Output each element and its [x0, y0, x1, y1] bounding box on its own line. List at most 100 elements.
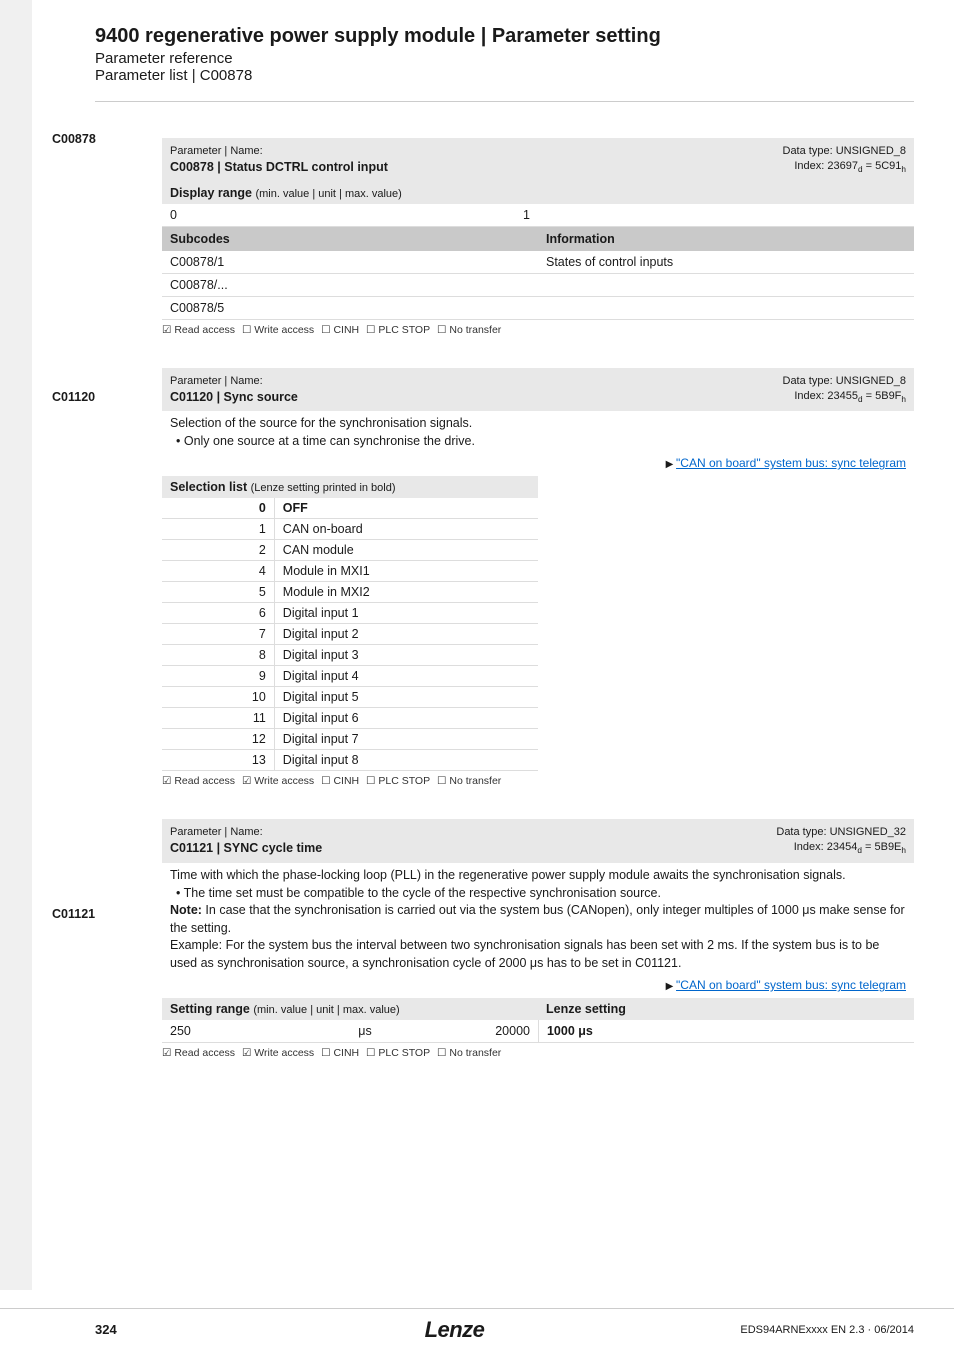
selection-value: CAN on-board [275, 519, 538, 539]
selection-key: 1 [162, 519, 275, 539]
subcode-row: C00878/... [162, 274, 914, 297]
max-value: 20000 [425, 1020, 538, 1042]
page-header: 9400 regenerative power supply module | … [0, 0, 954, 96]
page-subtitle-1: Parameter reference [95, 50, 914, 67]
plc-stop-flag: ☐ PLC STOP [366, 775, 430, 787]
param-description: Time with which the phase-locking loop (… [162, 863, 914, 976]
subcode-info: States of control inputs [538, 251, 914, 273]
selection-key: 13 [162, 750, 275, 770]
selection-value: Digital input 2 [275, 624, 538, 644]
selection-list-row: 11Digital input 6 [162, 708, 538, 729]
selection-list-row: 0OFF [162, 498, 538, 519]
selection-key: 0 [162, 498, 275, 518]
selection-list: 0OFF1CAN on-board2CAN module4Module in M… [162, 498, 538, 771]
param-header-row: Parameter | Name: C00878 | Status DCTRL … [162, 138, 914, 182]
selection-value: Digital input 1 [275, 603, 538, 623]
sync-telegram-link[interactable]: "CAN on board" system bus: sync telegram [676, 456, 906, 470]
subcode-id: C00878/... [162, 274, 538, 296]
selection-list-row: 9Digital input 4 [162, 666, 538, 687]
plc-stop-flag: ☐ PLC STOP [366, 1047, 430, 1059]
min-value: 250 [162, 1020, 305, 1042]
selection-list-row: 10Digital input 5 [162, 687, 538, 708]
read-access-flag: ☑ Read access [162, 775, 235, 787]
no-transfer-flag: ☐ No transfer [437, 324, 501, 336]
param-id-c00878: C00878 [52, 132, 96, 146]
access-flags-row: ☑ Read access ☑ Write access ☐ CINH ☐ PL… [162, 771, 914, 789]
subcode-id: C00878/1 [162, 251, 538, 273]
param-block-c01120: Parameter | Name: C01120 | Sync source D… [162, 368, 914, 790]
information-col-header: Information [538, 227, 914, 251]
unit-value: μs [305, 1020, 425, 1042]
selection-value: Digital input 3 [275, 645, 538, 665]
page-number: 324 [95, 1322, 195, 1337]
selection-value: Digital input 5 [275, 687, 538, 707]
sync-telegram-link[interactable]: "CAN on board" system bus: sync telegram [676, 978, 906, 992]
selection-list-row: 7Digital input 2 [162, 624, 538, 645]
subcode-row: C00878/1 States of control inputs [162, 251, 914, 274]
max-value: 1 [418, 204, 538, 226]
document-id: EDS94ARNExxxx EN 2.3 · 06/2014 [714, 1324, 914, 1336]
setting-range-row: 250 μs 20000 1000 μs [162, 1020, 914, 1043]
selection-value: CAN module [275, 540, 538, 560]
write-access-flag: ☐ Write access [242, 324, 314, 336]
selection-value: Module in MXI1 [275, 561, 538, 581]
selection-key: 4 [162, 561, 275, 581]
subcodes-col-header: Subcodes [162, 227, 538, 251]
param-id-c01120: C01120 [52, 390, 95, 404]
param-name-value: C01120 | Sync source [170, 389, 298, 406]
param-header-row: Parameter | Name: C01121 | SYNC cycle ti… [162, 819, 914, 863]
page-title: 9400 regenerative power supply module | … [95, 25, 914, 48]
no-transfer-flag: ☐ No transfer [437, 1047, 501, 1059]
subcodes-header-row: Subcodes Information [162, 227, 914, 251]
selection-value: Digital input 4 [275, 666, 538, 686]
selection-key: 5 [162, 582, 275, 602]
cinh-flag: ☐ CINH [321, 324, 359, 336]
selection-value: Module in MXI2 [275, 582, 538, 602]
subcode-id: C00878/5 [162, 297, 538, 319]
display-range-header: Display range (min. value | unit | max. … [162, 182, 914, 204]
selection-value: Digital input 8 [275, 750, 538, 770]
selection-value: Digital input 7 [275, 729, 538, 749]
param-block-c00878: Parameter | Name: C00878 | Status DCTRL … [162, 122, 914, 338]
param-name-value: C01121 | SYNC cycle time [170, 840, 322, 857]
selection-list-row: 4Module in MXI1 [162, 561, 538, 582]
selection-list-row: 12Digital input 7 [162, 729, 538, 750]
selection-key: 10 [162, 687, 275, 707]
default-value: 1000 μs [538, 1020, 914, 1042]
lenze-logo: Lenze [195, 1317, 714, 1343]
selection-list-row: 5Module in MXI2 [162, 582, 538, 603]
cinh-flag: ☐ CINH [321, 1047, 359, 1059]
access-flags-row: ☑ Read access ☐ Write access ☐ CINH ☐ PL… [162, 320, 914, 338]
param-description: Selection of the source for the synchron… [162, 411, 914, 454]
selection-value: OFF [275, 498, 538, 518]
write-access-flag: ☑ Write access [242, 1047, 314, 1059]
selection-key: 6 [162, 603, 275, 623]
selection-value: Digital input 6 [275, 708, 538, 728]
display-range-row: 0 1 [162, 204, 914, 227]
link-row: ▶ "CAN on board" system bus: sync telegr… [162, 976, 914, 998]
selection-key: 2 [162, 540, 275, 560]
selection-key: 12 [162, 729, 275, 749]
param-block-c01121: Parameter | Name: C01121 | SYNC cycle ti… [162, 819, 914, 1061]
param-header-row: Parameter | Name: C01120 | Sync source D… [162, 368, 914, 412]
index-label: Index: 23454d = 5B9Eh [776, 840, 906, 856]
page-footer: 324 Lenze EDS94ARNExxxx EN 2.3 · 06/2014 [0, 1308, 954, 1350]
param-id-c01121: C01121 [52, 907, 95, 921]
selection-key: 8 [162, 645, 275, 665]
selection-key: 9 [162, 666, 275, 686]
selection-key: 11 [162, 708, 275, 728]
index-label: Index: 23455d = 5B9Fh [783, 389, 907, 405]
min-value: 0 [162, 204, 297, 226]
plc-stop-flag: ☐ PLC STOP [366, 324, 430, 336]
read-access-flag: ☑ Read access [162, 324, 235, 336]
param-name-label: Parameter | Name: [170, 144, 388, 159]
write-access-flag: ☑ Write access [242, 775, 314, 787]
selection-list-row: 13Digital input 8 [162, 750, 538, 771]
param-name-label: Parameter | Name: [170, 374, 298, 389]
selection-list-row: 1CAN on-board [162, 519, 538, 540]
datatype-label: Data type: UNSIGNED_32 [776, 825, 906, 840]
param-name-label: Parameter | Name: [170, 825, 322, 840]
datatype-label: Data type: UNSIGNED_8 [783, 144, 907, 159]
selection-list-row: 2CAN module [162, 540, 538, 561]
no-transfer-flag: ☐ No transfer [437, 775, 501, 787]
